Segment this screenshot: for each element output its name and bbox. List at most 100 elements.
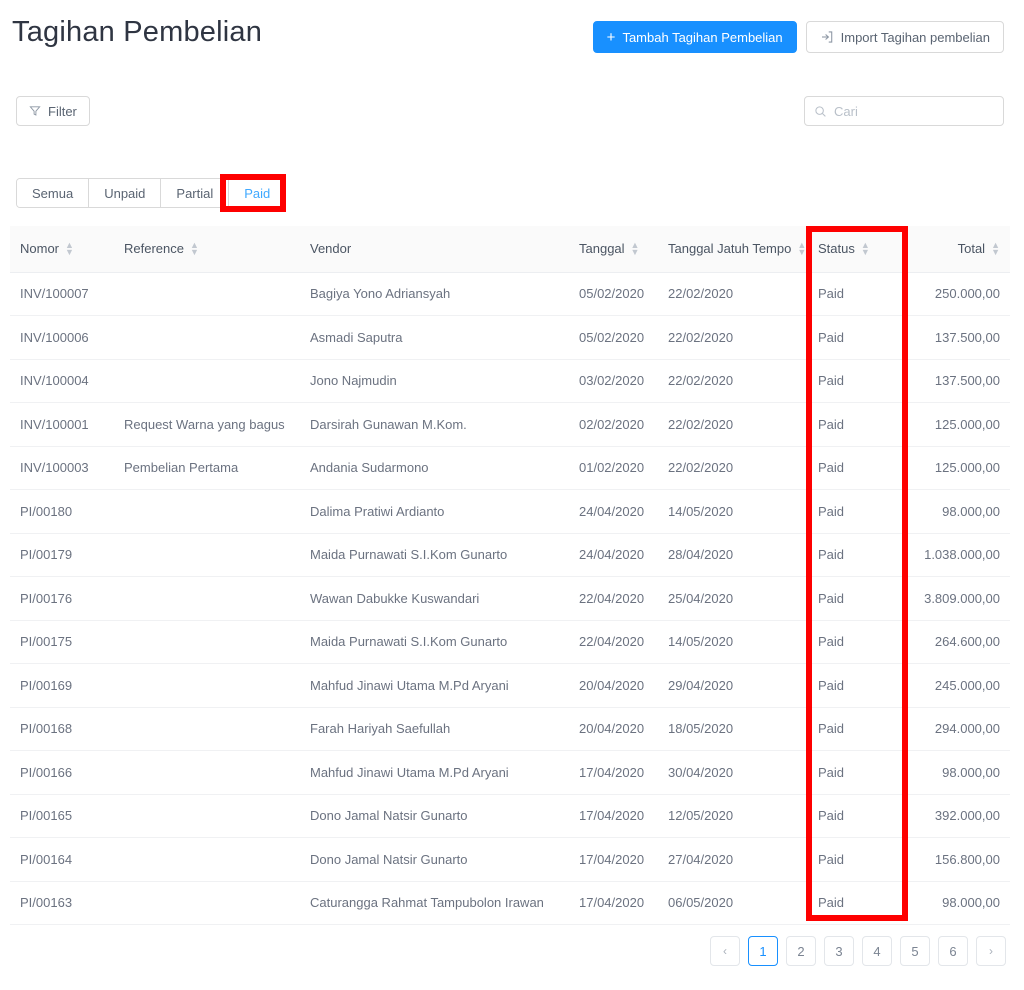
table-row[interactable]: INV/100004 Jono Najmudin 03/02/2020 22/02/2… (10, 359, 1010, 403)
pagination-page-6[interactable]: 6 (938, 936, 968, 966)
pagination-page-3[interactable]: 3 (824, 936, 854, 966)
column-header-vendor[interactable]: Vendor (300, 226, 569, 273)
table-header-row: Nomor ▲ ▼ Reference ▲ ▼ Vendor Tanggal ▲ ▼ (10, 226, 1010, 273)
plus-icon: + (606, 28, 616, 46)
cell-status: Paid (808, 837, 902, 882)
cell-reference (114, 359, 300, 403)
cell-nomor[interactable]: PI/00176 (10, 576, 114, 621)
funnel-icon (29, 105, 41, 117)
table-row[interactable]: PI/00175 Maida Purnawati S.I.Kom Gunarto 2… (10, 620, 1010, 664)
column-label: Tanggal (579, 241, 625, 257)
table-row[interactable]: PI/00168 Farah Hariyah Saefullah 20/04/202… (10, 707, 1010, 751)
sort-icon[interactable]: ▲ ▼ (631, 240, 640, 256)
column-label: Vendor (310, 241, 352, 257)
cell-vendor: Farah Hariyah Saefullah (300, 707, 569, 751)
table-row[interactable]: PI/00164 Dono Jamal Natsir Gunarto 17/04/2… (10, 837, 1010, 882)
cell-nomor[interactable]: PI/00165 (10, 794, 114, 838)
filter-button[interactable]: Filter (16, 96, 90, 126)
cell-nomor[interactable]: PI/00166 (10, 750, 114, 795)
column-header-total[interactable]: Total ▲ ▼ (902, 226, 1010, 273)
purchase-invoice-page: Tagihan Pembelian + Tambah Tagihan Pembe… (0, 0, 1024, 990)
cell-vendor: Maida Purnawati S.I.Kom Gunarto (300, 620, 569, 664)
cell-nomor[interactable]: INV/100007 (10, 272, 114, 316)
table-row[interactable]: PI/00169 Mahfud Jinawi Utama M.Pd Aryani 2… (10, 663, 1010, 708)
cell-nomor[interactable]: PI/00179 (10, 533, 114, 577)
cell-tanggal-jatuh-tempo: 22/02/2020 (658, 315, 808, 360)
table-row[interactable]: PI/00165 Dono Jamal Natsir Gunarto 17/04/2… (10, 794, 1010, 838)
cell-vendor: Dalima Pratiwi Ardianto (300, 489, 569, 534)
cell-reference (114, 663, 300, 708)
add-purchase-invoice-button[interactable]: + Tambah Tagihan Pembelian (592, 21, 797, 53)
column-header-reference[interactable]: Reference ▲ ▼ (114, 226, 300, 273)
add-purchase-invoice-label: Tambah Tagihan Pembelian (622, 29, 783, 45)
pagination-page-2[interactable]: 2 (786, 936, 816, 966)
tab-partial[interactable]: Partial (161, 179, 230, 207)
pagination-page-1[interactable]: 1 (748, 936, 778, 966)
sort-icon[interactable]: ▲ ▼ (861, 240, 870, 256)
cell-total: 125.000,00 (902, 402, 1010, 447)
sort-icon[interactable]: ▲ ▼ (991, 240, 1000, 256)
cell-total: 98.000,00 (902, 489, 1010, 534)
pagination-page-5[interactable]: 5 (900, 936, 930, 966)
table-row[interactable]: PI/00176 Wawan Dabukke Kuswandari 22/04/20… (10, 576, 1010, 621)
table-row[interactable]: PI/00163 Caturangga Rahmat Tampubolon Ira… (10, 881, 1010, 925)
cell-total: 264.600,00 (902, 620, 1010, 664)
cell-status: Paid (808, 620, 902, 664)
cell-tanggal: 17/04/2020 (569, 881, 658, 925)
table-row[interactable]: INV/100006 Asmadi Saputra 05/02/2020 22/02/… (10, 315, 1010, 360)
cell-tanggal-jatuh-tempo: 30/04/2020 (658, 750, 808, 795)
search-input[interactable] (834, 103, 994, 119)
cell-tanggal-jatuh-tempo: 14/05/2020 (658, 489, 808, 534)
column-header-status[interactable]: Status ▲ ▼ (808, 226, 902, 273)
tab-paid[interactable]: Paid (229, 179, 286, 207)
cell-vendor: Asmadi Saputra (300, 315, 569, 360)
cell-nomor[interactable]: INV/100006 (10, 315, 114, 360)
column-header-nomor[interactable]: Nomor ▲ ▼ (10, 226, 114, 273)
cell-nomor[interactable]: INV/100004 (10, 359, 114, 403)
cell-nomor[interactable]: PI/00175 (10, 620, 114, 664)
cell-total: 137.500,00 (902, 315, 1010, 360)
cell-tanggal: 01/02/2020 (569, 446, 658, 490)
tab-semua[interactable]: Semua (17, 179, 90, 207)
cell-tanggal: 17/04/2020 (569, 794, 658, 838)
cell-nomor[interactable]: INV/100001 (10, 402, 114, 447)
cell-nomor[interactable]: PI/00163 (10, 881, 114, 925)
cell-tanggal: 05/02/2020 (569, 315, 658, 360)
cell-status: Paid (808, 576, 902, 621)
table-row[interactable]: INV/100007 Bagiya Yono Adriansyah 05/02/20… (10, 272, 1010, 316)
cell-tanggal: 05/02/2020 (569, 272, 658, 316)
cell-tanggal-jatuh-tempo: 22/02/2020 (658, 359, 808, 403)
sort-icon[interactable]: ▲ ▼ (190, 240, 199, 256)
table-row[interactable]: INV/100001 Request Warna yang bagus Darsir… (10, 402, 1010, 447)
import-purchase-invoice-button[interactable]: Import Tagihan pembelian (805, 21, 1004, 53)
tab-unpaid[interactable]: Unpaid (89, 179, 162, 207)
cell-status: Paid (808, 707, 902, 751)
pagination-next[interactable]: › (976, 936, 1006, 966)
table-row[interactable]: PI/00166 Mahfud Jinawi Utama M.Pd Aryani 1… (10, 750, 1010, 795)
sort-icon[interactable]: ▲ ▼ (65, 240, 74, 256)
cell-total: 1.038.000,00 (902, 533, 1010, 577)
table-row[interactable]: PI/00179 Maida Purnawati S.I.Kom Gunarto 2… (10, 533, 1010, 577)
search-icon (814, 105, 827, 118)
cell-nomor[interactable]: PI/00169 (10, 663, 114, 708)
cell-nomor[interactable]: PI/00168 (10, 707, 114, 751)
pagination-prev[interactable]: ‹ (710, 936, 740, 966)
table-header: Nomor ▲ ▼ Reference ▲ ▼ Vendor Tanggal ▲ ▼ (10, 226, 1010, 273)
table-row[interactable]: PI/00180 Dalima Pratiwi Ardianto 24/04/202… (10, 489, 1010, 534)
cell-nomor[interactable]: INV/100003 (10, 446, 114, 490)
column-label: Nomor (20, 241, 60, 257)
sort-icon[interactable]: ▲ ▼ (797, 240, 806, 256)
cell-nomor[interactable]: PI/00180 (10, 489, 114, 534)
column-header-tanggal[interactable]: Tanggal ▲ ▼ (569, 226, 658, 273)
cell-nomor[interactable]: PI/00164 (10, 837, 114, 882)
search-box[interactable] (804, 96, 1004, 126)
cell-total: 98.000,00 (902, 881, 1010, 925)
pagination: ‹ 1 2 3 4 5 6 › (710, 936, 1006, 966)
status-tabs: Semua Unpaid Partial Paid (16, 178, 287, 208)
pagination-page-4[interactable]: 4 (862, 936, 892, 966)
cell-tanggal: 02/02/2020 (569, 402, 658, 447)
cell-reference (114, 794, 300, 838)
table-body: INV/100007 Bagiya Yono Adriansyah 05/02/20… (10, 272, 1010, 925)
table-row[interactable]: INV/100003 Pembelian Pertama Andania Sudar… (10, 446, 1010, 490)
column-header-tanggal-jatuh-tempo[interactable]: Tanggal Jatuh Tempo ▲ ▼ (658, 226, 808, 273)
